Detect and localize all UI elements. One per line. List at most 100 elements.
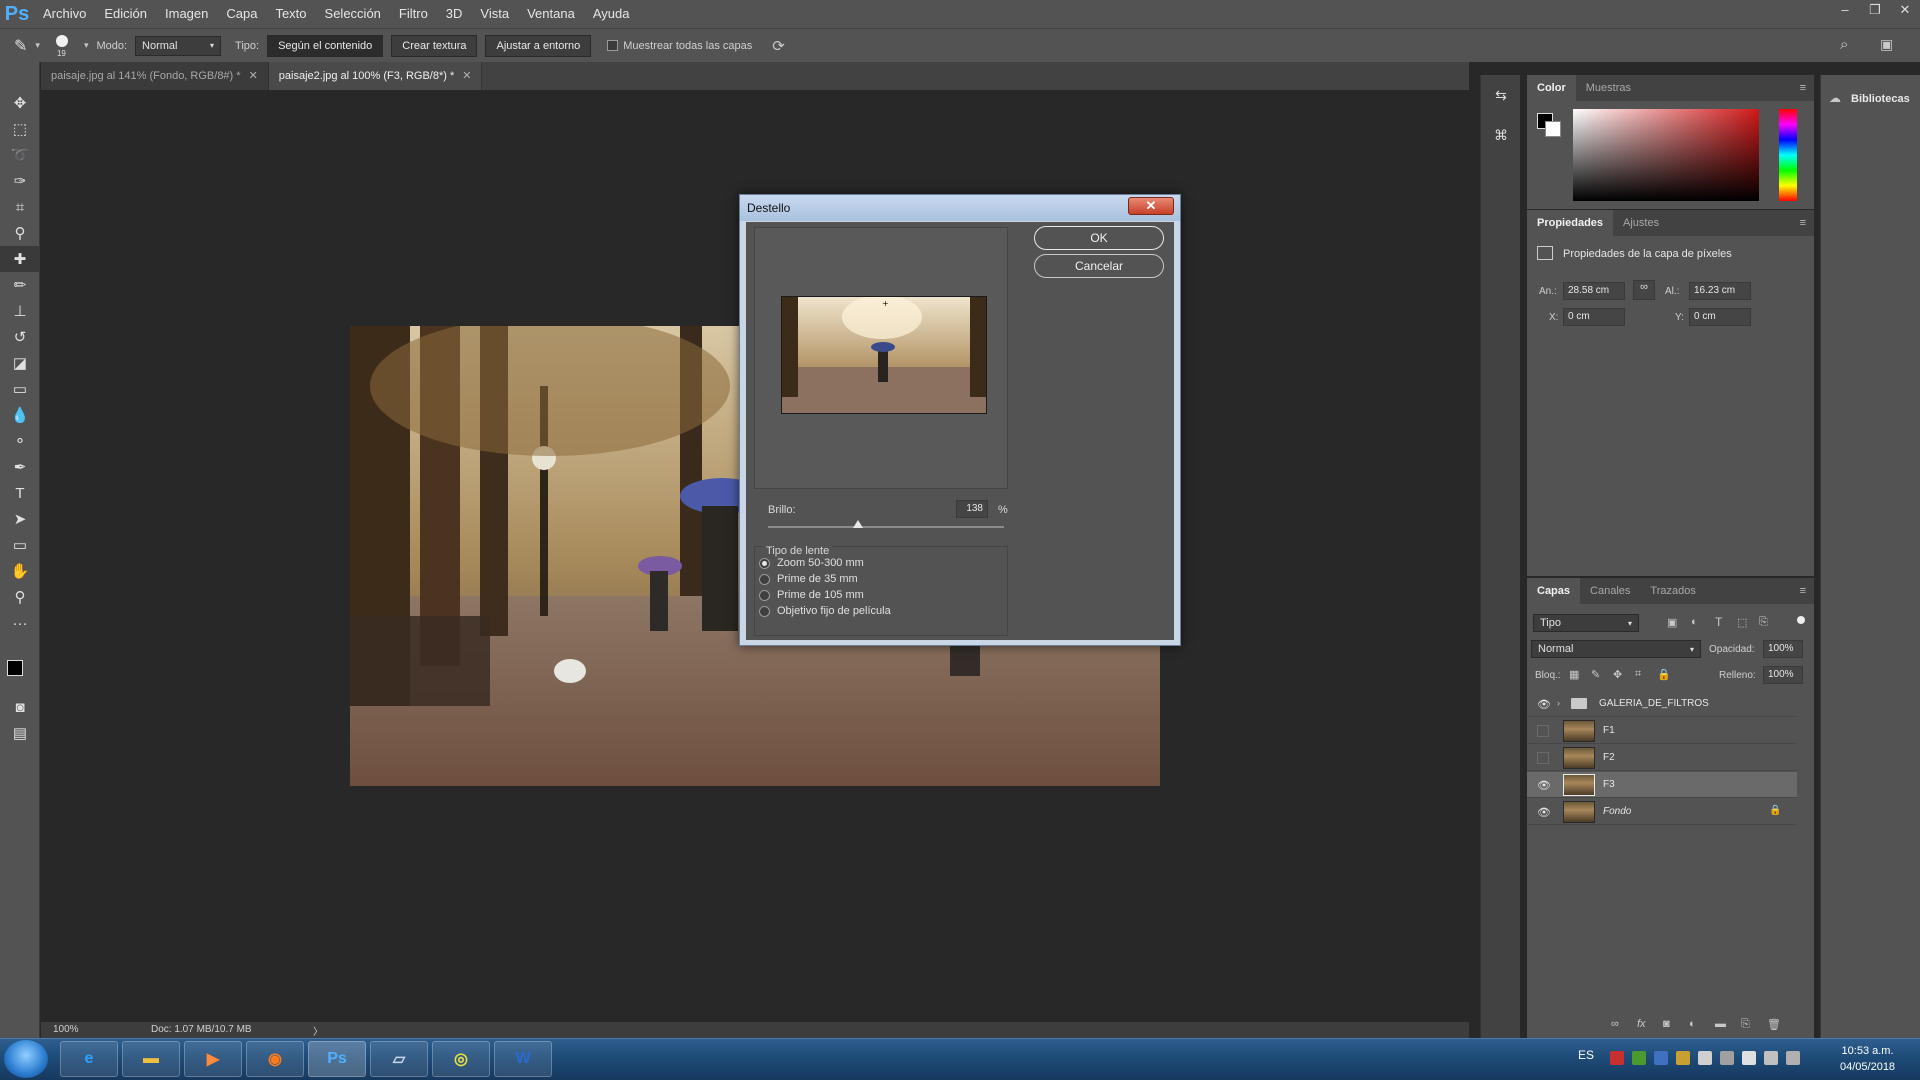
radio-button[interactable] [759,557,770,569]
cancel-button[interactable]: Cancelar [1034,254,1164,278]
zoom-level[interactable]: 100% [53,1024,79,1035]
layer-row-selected[interactable]: 👁 F3 [1527,772,1797,798]
width-input[interactable]: 28.58 cm [1563,282,1625,300]
menu-capa[interactable]: Capa [217,0,266,28]
hand-tool-icon[interactable]: ✋ [0,558,40,584]
link-icon[interactable]: ∞ [1633,280,1655,300]
lens-option-zoom[interactable]: Zoom 50-300 mm [759,557,864,569]
close-icon[interactable]: ✕ [249,70,258,82]
eyedropper-tool-icon[interactable]: ⚲ [0,220,40,246]
filter-pixel-icon[interactable]: ▣ [1667,616,1677,629]
new-group-icon[interactable]: ▬ [1715,1018,1726,1030]
eye-icon[interactable]: 👁 [1537,779,1551,792]
doc-tab[interactable]: paisaje.jpg al 141% (Fondo, RGB/8#) * ✕ [41,62,269,90]
input-language[interactable]: ES [1578,1048,1594,1062]
layer-row[interactable]: F1 [1527,718,1797,744]
flare-preview[interactable]: + [781,296,987,414]
bluetooth-tray-icon[interactable] [1654,1051,1668,1065]
color-field[interactable] [1573,109,1759,201]
eraser-tool-icon[interactable]: ◪ [0,350,40,376]
lens-option-35mm[interactable]: Prime de 35 mm [759,573,858,585]
filter-adjustment-icon[interactable]: ◐ [1691,616,1698,628]
chevron-right-icon[interactable]: 〉 [313,1023,323,1038]
layer-row[interactable]: 👁 › GALERIA_DE_FILTROS [1527,691,1797,717]
network-tray-icon[interactable] [1698,1051,1712,1065]
antivirus-tray-icon[interactable] [1610,1051,1624,1065]
chrome-icon[interactable]: ◎ [432,1041,490,1077]
volume-tray-icon[interactable] [1742,1051,1756,1065]
quick-select-tool-icon[interactable]: ✑ [0,168,40,194]
blur-tool-icon[interactable]: 💧 [0,402,40,428]
close-window-button[interactable]: ✕ [1890,0,1920,20]
x-input[interactable]: 0 cm [1563,308,1625,326]
move-tool-icon[interactable]: ✥ [0,90,40,116]
panel-menu-icon[interactable]: ≡ [1800,82,1806,94]
tab-muestras[interactable]: Muestras [1576,75,1641,101]
search-icon[interactable]: ⌕ [1840,36,1848,53]
cloud-tray-icon[interactable] [1676,1051,1690,1065]
lock-pixels-icon[interactable]: ✎ [1591,668,1600,681]
blend-mode-select[interactable]: Normal ▾ [1531,640,1701,658]
minimize-button[interactable]: – [1830,0,1860,20]
panel-menu-icon[interactable]: ≡ [1800,585,1806,597]
brightness-slider[interactable] [768,526,1004,528]
trash-icon[interactable]: 🗑 [1767,1018,1781,1031]
doc-tab-active[interactable]: paisaje2.jpg al 100% (F3, RGB/8*) * ✕ [268,62,483,90]
close-icon[interactable]: ✕ [462,70,471,82]
content-aware-button[interactable]: Según el contenido [267,34,384,57]
crop-tool-icon[interactable]: ⌗ [0,194,40,220]
panel-menu-icon[interactable]: ≡ [1800,217,1806,229]
zoom-tool-icon[interactable]: ⚲ [0,584,40,610]
word-icon[interactable]: W [494,1041,552,1077]
media-player-icon[interactable]: ▶ [184,1041,242,1077]
checkbox-box[interactable] [607,40,619,51]
screen-mode-icon[interactable]: ▤ [0,720,40,746]
marquee-tool-icon[interactable]: ⬚ [0,116,40,142]
firefox-icon[interactable]: ◉ [246,1041,304,1077]
layer-row[interactable]: 👁 Fondo 🔒 [1527,799,1797,825]
menu-texto[interactable]: Texto [266,0,315,28]
opacity-input[interactable]: 100% [1763,640,1803,658]
photoshop-taskbar-icon[interactable]: Ps [308,1041,366,1077]
healing-brush-tool-icon[interactable]: ✚ [0,246,40,272]
flag-tray-icon[interactable] [1720,1051,1734,1065]
power-tray-icon[interactable] [1764,1051,1778,1065]
chevron-down-icon[interactable]: ▾ [84,40,89,51]
eye-hidden-icon[interactable] [1537,725,1549,737]
tab-capas[interactable]: Capas [1527,578,1581,604]
menu-imagen[interactable]: Imagen [156,0,217,28]
lasso-tool-icon[interactable]: ➰ [0,142,40,168]
rectangle-tool-icon[interactable]: ▭ [0,532,40,558]
ok-button[interactable]: OK [1034,226,1164,250]
menu-ventana[interactable]: Ventana [518,0,584,28]
windows-start-icon[interactable] [4,1040,48,1078]
preview-area[interactable]: + [754,227,1008,489]
history-brush-tool-icon[interactable]: ↺ [0,324,40,350]
chevron-right-icon[interactable]: › [1557,698,1560,708]
tab-canales[interactable]: Canales [1580,578,1640,604]
pressure-icon[interactable]: ⟳ [772,37,785,55]
menu-seleccion[interactable]: Selección [316,0,390,28]
clock[interactable]: 10:53 a.m. 04/05/2018 [1840,1043,1895,1075]
create-texture-button[interactable]: Crear textura [391,34,478,57]
menu-ayuda[interactable]: Ayuda [584,0,639,28]
action-center-tray-icon[interactable] [1786,1051,1800,1065]
quick-mask-icon[interactable]: ◙ [0,694,40,720]
tab-ajustes[interactable]: Ajustes [1613,210,1669,236]
hue-slider[interactable] [1779,109,1797,201]
background-swatch[interactable] [1545,121,1561,137]
libraries-icon[interactable]: ☁ [1829,91,1841,105]
menu-3d[interactable]: 3D [437,0,472,28]
more-tools-icon[interactable]: ··· [0,610,40,636]
menu-vista[interactable]: Vista [471,0,518,28]
filter-shape-icon[interactable]: ⬚ [1737,616,1747,629]
tool-presets-icon[interactable]: ⌘ [1491,127,1511,147]
healing-brush-tool-icon[interactable]: ✎ [14,36,27,56]
filter-smart-object-icon[interactable]: ⎘ [1759,616,1768,629]
layer-row[interactable]: F2 [1527,745,1797,771]
sample-all-layers-checkbox[interactable]: Muestrear todas las capas [607,40,752,52]
foreground-color-swatch[interactable] [7,660,23,676]
filter-type-icon[interactable]: T [1715,615,1722,629]
new-adjustment-icon[interactable]: ◐ [1689,1018,1696,1030]
internet-explorer-icon[interactable]: e [60,1041,118,1077]
